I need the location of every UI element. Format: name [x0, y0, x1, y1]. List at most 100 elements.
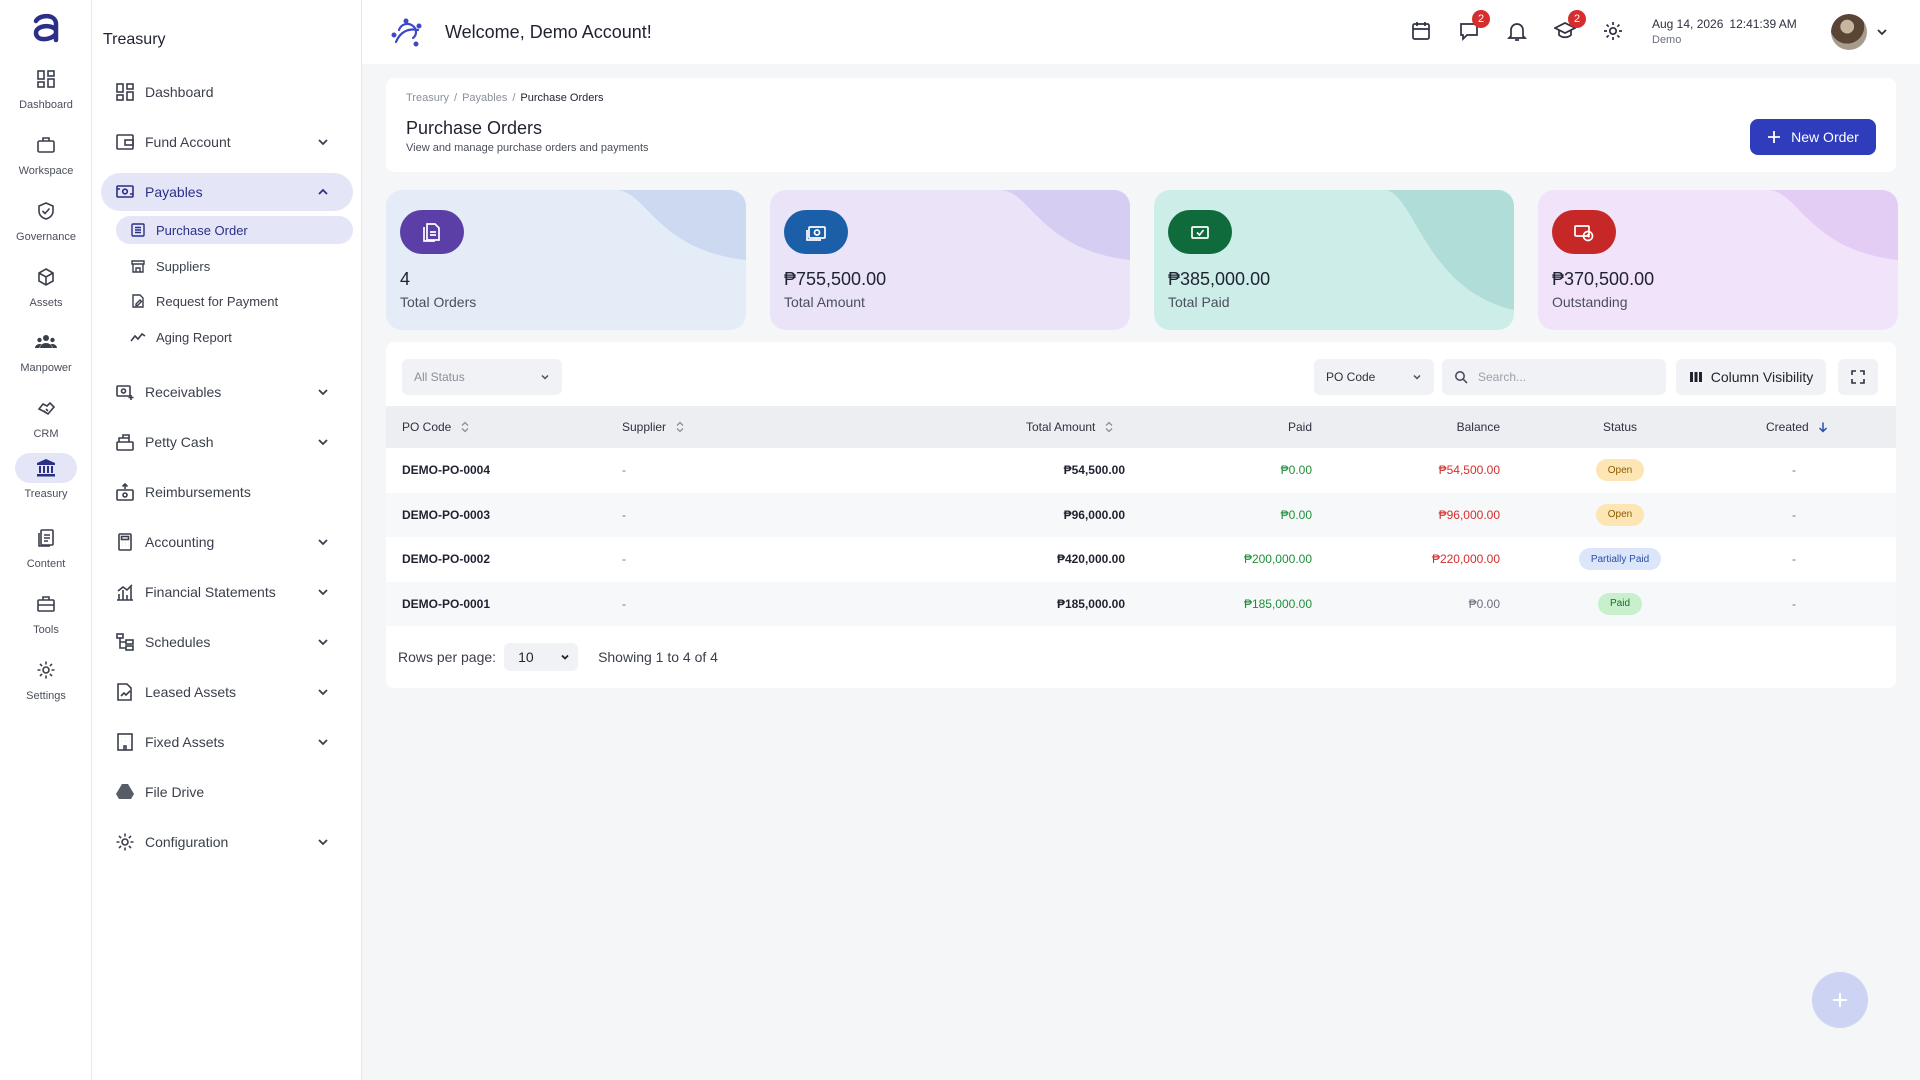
- plus-icon: [1768, 131, 1781, 143]
- chevron-down-icon[interactable]: [1874, 24, 1890, 40]
- table-row[interactable]: DEMO-PO-0002- ₱420,000.00 ₱200,000.00 ₱220,…: [386, 537, 1896, 581]
- chevron-down-icon[interactable]: [315, 684, 331, 700]
- cash-icon: [784, 210, 848, 254]
- column-header-created[interactable]: Created: [1766, 406, 1829, 448]
- sidebar-subitem-suppliers[interactable]: Suppliers: [116, 252, 353, 280]
- cash-check-icon: [1168, 210, 1232, 254]
- rail-item-manpower[interactable]: Manpower: [0, 327, 92, 383]
- rows-per-page-select[interactable]: 10: [504, 643, 579, 671]
- rail-item-crm[interactable]: CRM: [0, 393, 92, 449]
- status-filter-select[interactable]: All Status: [402, 359, 562, 395]
- column-visibility-button[interactable]: Column Visibility: [1676, 359, 1826, 395]
- stat-card-total-orders: 4 Total Orders: [386, 190, 746, 330]
- sidebar-item-fixed-assets[interactable]: Fixed Assets: [101, 723, 353, 761]
- chevron-down-icon[interactable]: [315, 734, 331, 750]
- rows-per-page-value: 10: [518, 649, 534, 665]
- rail-item-dashboard[interactable]: Dashboard: [0, 64, 92, 120]
- calendar-icon[interactable]: [1410, 20, 1432, 42]
- app-logo-icon[interactable]: [28, 10, 64, 46]
- stat-value: ₱755,500.00: [784, 269, 887, 289]
- avatar[interactable]: [1831, 14, 1867, 50]
- pagination: Rows per page: 10 Showing 1 to 4 of 4: [398, 642, 718, 672]
- sidebar-item-dashboard[interactable]: Dashboard: [101, 73, 353, 111]
- sidebar-item-schedules[interactable]: Schedules: [101, 623, 353, 661]
- user-name: Demo: [1652, 34, 1682, 46]
- treasury-sidebar: Treasury Dashboard Fund Account Payables…: [92, 0, 362, 1080]
- sidebar-item-reimbursements[interactable]: Reimbursements: [101, 473, 353, 511]
- rail-item-assets[interactable]: Assets: [0, 262, 92, 318]
- sidebar-item-label: Fund Account: [145, 134, 231, 150]
- floating-add-button[interactable]: [1812, 972, 1868, 1028]
- chevron-down-icon: [561, 654, 569, 660]
- rail-item-content[interactable]: Content: [0, 523, 92, 579]
- sidebar-subitem-request-for-payment[interactable]: Request for Payment: [116, 287, 353, 315]
- rail-item-workspace[interactable]: Workspace: [0, 130, 92, 186]
- search-box: [1442, 359, 1666, 395]
- bell-icon[interactable]: [1506, 20, 1528, 42]
- sidebar-subitem-aging-report[interactable]: Aging Report: [116, 323, 353, 351]
- sidebar-item-payables[interactable]: Payables: [101, 173, 353, 211]
- chevron-down-icon[interactable]: [315, 384, 331, 400]
- chevron-down-icon[interactable]: [315, 634, 331, 650]
- column-header-status[interactable]: Status: [1562, 406, 1678, 448]
- grid-icon: [116, 83, 134, 101]
- chevron-down-icon: [1413, 374, 1421, 380]
- fullscreen-icon: [1851, 370, 1865, 384]
- fullscreen-button[interactable]: [1838, 359, 1878, 395]
- sidebar-item-accounting[interactable]: Accounting: [101, 523, 353, 561]
- company-logo-icon[interactable]: [390, 16, 424, 50]
- rail-label: Manpower: [20, 362, 72, 374]
- rail-item-treasury[interactable]: Treasury: [0, 453, 92, 509]
- stat-label: Total Orders: [400, 294, 477, 310]
- sidebar-subitem-purchase-order[interactable]: Purchase Order: [116, 216, 353, 244]
- sidebar-item-label: Receivables: [145, 384, 222, 400]
- rail-item-settings[interactable]: Settings: [0, 655, 92, 711]
- arrow-down-icon: [1818, 422, 1827, 433]
- table-row[interactable]: DEMO-PO-0001- ₱185,000.00 ₱185,000.00 ₱0.00…: [386, 581, 1896, 626]
- page-header-card: Treasury / Payables / Purchase Orders Pu…: [386, 78, 1896, 172]
- sidebar-item-file-drive[interactable]: File Drive: [101, 773, 353, 811]
- chevron-down-icon[interactable]: [315, 434, 331, 450]
- table-row[interactable]: DEMO-PO-0003- ₱96,000.00 ₱0.00 ₱96,000.00 Op…: [386, 492, 1896, 537]
- chevron-down-icon[interactable]: [315, 534, 331, 550]
- chevron-down-icon[interactable]: [315, 134, 331, 150]
- cell-created: -: [1792, 463, 1796, 477]
- sidebar-item-label: Petty Cash: [145, 434, 214, 450]
- search-field-select[interactable]: PO Code: [1314, 359, 1434, 395]
- sidebar-item-receivables[interactable]: Receivables: [101, 373, 353, 411]
- sidebar-item-fund-account[interactable]: Fund Account: [101, 123, 353, 161]
- cell-balance: ₱0.00: [1468, 596, 1500, 611]
- messages-badge: 2: [1472, 10, 1490, 28]
- chevron-down-icon[interactable]: [315, 834, 331, 850]
- rail-item-tools[interactable]: Tools: [0, 589, 92, 645]
- chevron-down-icon[interactable]: [315, 584, 331, 600]
- sidebar-item-configuration[interactable]: Configuration: [101, 823, 353, 861]
- cash-return-icon: [116, 482, 134, 501]
- sidebar-title: Treasury: [103, 31, 166, 48]
- date-time: Aug 14, 2026 12:41:39 AM: [1652, 17, 1797, 31]
- sidebar-item-petty-cash[interactable]: Petty Cash: [101, 423, 353, 461]
- sidebar-item-label: Dashboard: [145, 84, 214, 100]
- stat-value: ₱370,500.00: [1552, 269, 1655, 289]
- sidebar-item-leased-assets[interactable]: Leased Assets: [101, 673, 353, 711]
- table-row[interactable]: DEMO-PO-0004- ₱54,500.00 ₱0.00 ₱54,500.00 Op…: [386, 448, 1896, 492]
- rail-item-governance[interactable]: Governance: [0, 196, 92, 252]
- sidebar-item-label: File Drive: [145, 784, 205, 800]
- chevron-up-icon[interactable]: [315, 184, 331, 200]
- search-input[interactable]: [1478, 370, 1658, 384]
- new-order-button[interactable]: New Order: [1750, 119, 1876, 155]
- store-icon: [131, 260, 145, 273]
- people-icon: [15, 327, 77, 357]
- sidebar-item-financial-statements[interactable]: Financial Statements: [101, 573, 353, 611]
- sidebar-item-label: Payables: [145, 184, 203, 200]
- search-field-value: PO Code: [1326, 370, 1376, 384]
- cash-clock-icon: [1552, 210, 1616, 254]
- rows-per-page-label: Rows per page:: [398, 649, 497, 665]
- breadcrumb-link[interactable]: Payables: [462, 92, 507, 104]
- gear-icon[interactable]: [1602, 20, 1624, 42]
- app-rail: Dashboard Workspace Governance Assets Ma…: [0, 0, 92, 1080]
- breadcrumb-link[interactable]: Treasury: [406, 92, 449, 104]
- cell-balance: ₱220,000.00: [1431, 552, 1500, 566]
- column-header-balance[interactable]: Balance: [386, 406, 1500, 448]
- cell-status: Open: [1562, 448, 1678, 492]
